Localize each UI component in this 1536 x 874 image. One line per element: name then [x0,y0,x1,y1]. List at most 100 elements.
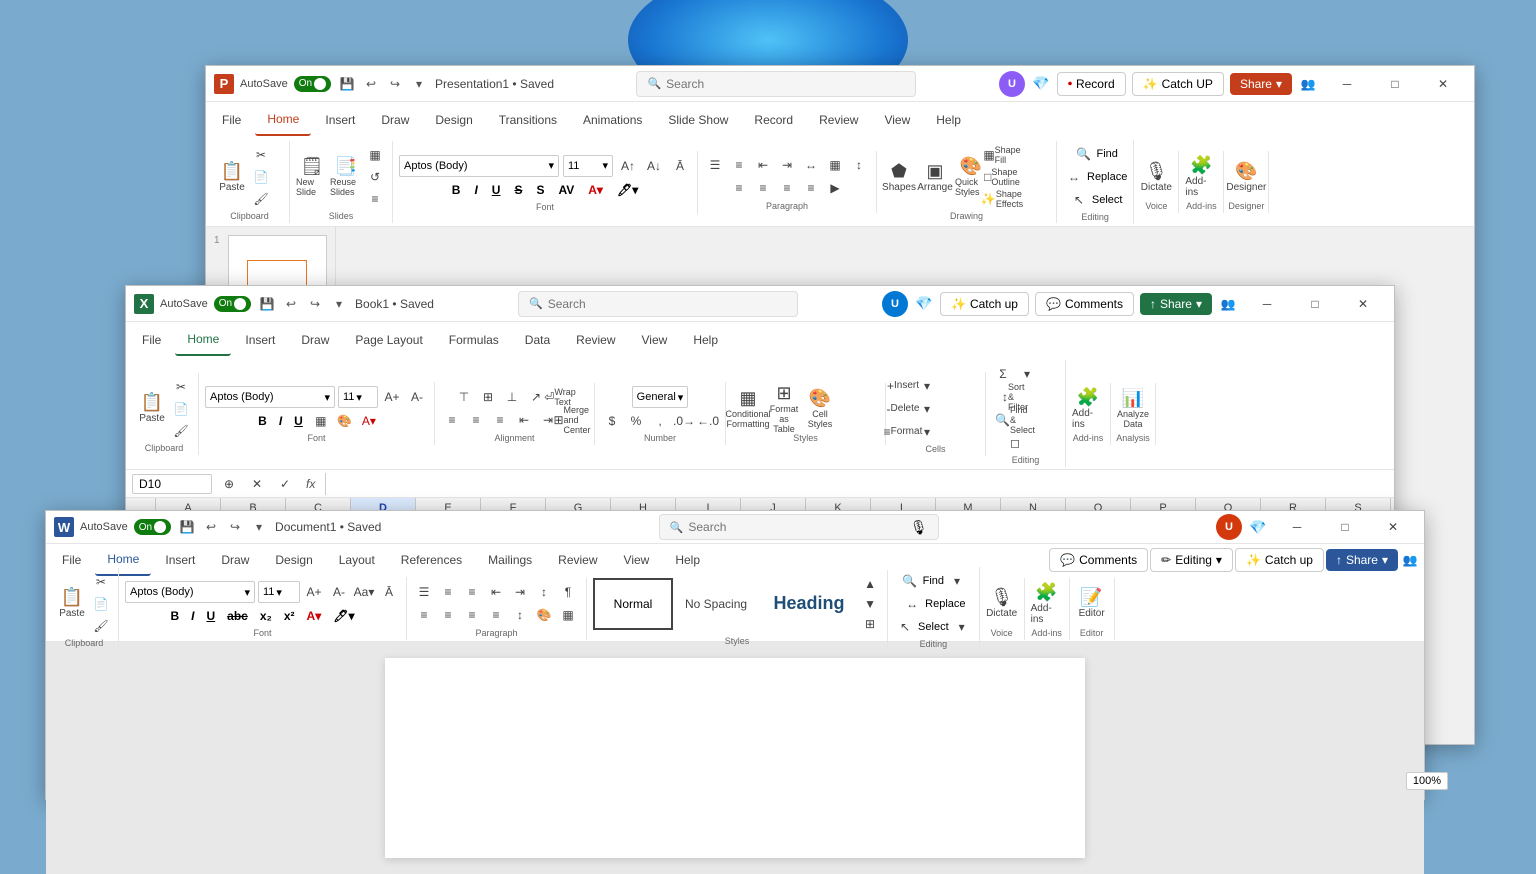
wd-undo-icon[interactable]: ↩ [201,517,221,537]
ppt-numbering-button[interactable]: ≡ [728,155,750,175]
ppt-redo-icon[interactable]: ↪ [385,74,405,94]
wd-font-size-selector[interactable]: 11 ▾ [258,581,300,603]
ppt-copy-button[interactable]: 📄 [250,167,272,187]
wd-cut-button[interactable]: ✂ [90,572,112,592]
ppt-find-button[interactable]: 🔍 [1072,144,1094,164]
xl-close-button[interactable]: ✕ [1340,288,1386,320]
wd-indent-dec-button[interactable]: ⇤ [485,582,507,602]
xl-insert-chevron[interactable]: ▾ [916,376,938,396]
xl-formula-cancel-button[interactable]: ✕ [246,474,268,494]
wd-search-box[interactable]: 🔍 🎙 [659,514,939,540]
ppt-newslide-button[interactable]: 🗒 New Slide [296,155,328,199]
wd-align-right-button[interactable]: ≡ [461,605,483,625]
ppt-strikethrough-button[interactable]: S [509,180,527,200]
ppt-paste-button[interactable]: 📋 Paste [216,155,248,199]
wd-changecase-button[interactable]: Aa▾ [353,582,375,602]
ppt-clear-format-button[interactable]: Ā [669,156,691,176]
ppt-justify-button[interactable]: ≡ [800,178,822,198]
xl-tab-view[interactable]: View [630,324,680,356]
ppt-dictate-button[interactable]: 🎙 Dictate [1140,155,1172,199]
xl-mergecenter-button[interactable]: ⊞ Merge and Center [561,410,583,430]
wd-format-painter-button[interactable]: 🖌 [90,616,112,636]
xl-more-icon[interactable]: ▾ [329,294,349,314]
wd-align-center-button[interactable]: ≡ [437,605,459,625]
wd-subscript-button[interactable]: x₂ [255,606,277,626]
xl-format-painter-button[interactable]: 🖌 [170,421,192,441]
wd-gem-icon[interactable]: 💎 [1248,517,1268,537]
ppt-slides-section-icon[interactable]: ≡ [364,189,386,209]
wd-style-heading[interactable]: Heading [759,578,859,630]
wd-addins-button[interactable]: 🧩 Add-ins [1031,582,1063,626]
xl-align-middle-button[interactable]: ⊞ [477,387,499,407]
wd-close-button[interactable]: ✕ [1370,511,1416,543]
xl-addins-button[interactable]: 🧩 Add-ins [1072,387,1104,431]
xl-find-button[interactable]: 🔍 Find & Select [1004,410,1026,430]
wd-decrease-font-button[interactable]: A- [328,582,350,602]
xl-tab-data[interactable]: Data [513,324,562,356]
xl-save-icon[interactable]: 💾 [257,294,277,314]
wd-align-left-button[interactable]: ≡ [413,605,435,625]
wd-clear-format-button[interactable]: Ā [378,582,400,602]
ppt-maximize-button[interactable]: □ [1372,68,1418,100]
ppt-gem-icon[interactable]: 💎 [1031,74,1051,94]
ppt-arrange-button[interactable]: ▣ Arrange [919,155,951,199]
xl-border-button[interactable]: ▦ [310,411,332,431]
ppt-columns-button[interactable]: ▦ [824,155,846,175]
ppt-bullets-button[interactable]: ☰ [704,155,726,175]
ppt-font-size-selector[interactable]: 11 ▾ [563,155,613,177]
xl-formula-confirm-button[interactable]: ✓ [274,474,296,494]
ppt-tab-view[interactable]: View [872,104,922,136]
ppt-shapeoutline-button[interactable]: □ Shape Outline [991,167,1013,187]
xl-minimize-button[interactable]: ─ [1244,288,1290,320]
ppt-convert-button[interactable]: ▶ [824,178,846,198]
xl-analyzedata-button[interactable]: 📊 Analyze Data [1117,387,1149,431]
xl-format-chevron[interactable]: ▾ [916,422,938,442]
wd-tab-mailings[interactable]: Mailings [476,544,544,576]
wd-find-chevron[interactable]: ▾ [946,571,968,591]
ppt-designer-button[interactable]: 🎨 Designer [1230,155,1262,199]
wd-styles-scroll-down[interactable]: ▼ [859,594,881,614]
ppt-tab-record[interactable]: Record [742,104,805,136]
xl-font-family-selector[interactable]: Aptos (Body) ▾ [205,386,335,408]
ppt-shadow-button[interactable]: S [531,180,549,200]
xl-align-left-button[interactable]: ≡ [441,410,463,430]
wd-page[interactable] [385,658,1085,858]
wd-linespacing-button[interactable]: ↕ [509,605,531,625]
xl-clear-button[interactable]: ◻ [1004,433,1026,453]
wd-save-icon[interactable]: 💾 [177,517,197,537]
wd-numbering-button[interactable]: ≡ [437,582,459,602]
xl-number-format-selector[interactable]: General ▾ [632,386,689,408]
ppt-indent-dec-button[interactable]: ⇤ [752,155,774,175]
wd-copy-button[interactable]: 📄 [90,594,112,614]
xl-italic-button[interactable]: I [274,411,287,431]
ppt-select-button[interactable]: ↖ [1068,190,1090,210]
xl-wraptext-button[interactable]: ⏎ Wrap Text [549,387,571,407]
xl-comma-button[interactable]: , [649,411,671,431]
xl-tab-pagelayout[interactable]: Page Layout [343,324,434,356]
ppt-bold-button[interactable]: B [447,180,466,200]
ppt-tab-review[interactable]: Review [807,104,870,136]
wd-share-button[interactable]: ↑ Share ▾ [1326,549,1398,571]
xl-undo-icon[interactable]: ↩ [281,294,301,314]
wd-shading-button[interactable]: 🎨 [533,605,555,625]
ppt-font-family-selector[interactable]: Aptos (Body) ▾ [399,155,559,177]
ppt-slides-reset-icon[interactable]: ↺ [364,167,386,187]
ppt-minimize-button[interactable]: ─ [1324,68,1370,100]
ppt-tab-design[interactable]: Design [423,104,484,136]
ppt-align-center-button[interactable]: ≡ [752,178,774,198]
ppt-format-painter-button[interactable]: 🖌 [250,189,272,209]
xl-underline-button[interactable]: U [289,411,308,431]
ppt-tab-home[interactable]: Home [255,104,311,136]
xl-align-center-button[interactable]: ≡ [465,410,487,430]
xl-name-box[interactable]: D10 [132,474,212,494]
xl-fontcolor-button[interactable]: A▾ [358,411,380,431]
xl-fillcolor-button[interactable]: 🎨 [334,411,356,431]
wd-style-nospace[interactable]: No Spacing [673,578,759,630]
xl-tab-home[interactable]: Home [175,324,231,356]
ppt-avatar[interactable]: U [999,71,1025,97]
ppt-undo-icon[interactable]: ↩ [361,74,381,94]
xl-paste-button[interactable]: 📋 Paste [136,387,168,431]
wd-tab-draw[interactable]: Draw [209,544,261,576]
wd-search-input[interactable] [688,520,905,534]
wd-dictate-button[interactable]: 🎙 Dictate [986,582,1018,626]
